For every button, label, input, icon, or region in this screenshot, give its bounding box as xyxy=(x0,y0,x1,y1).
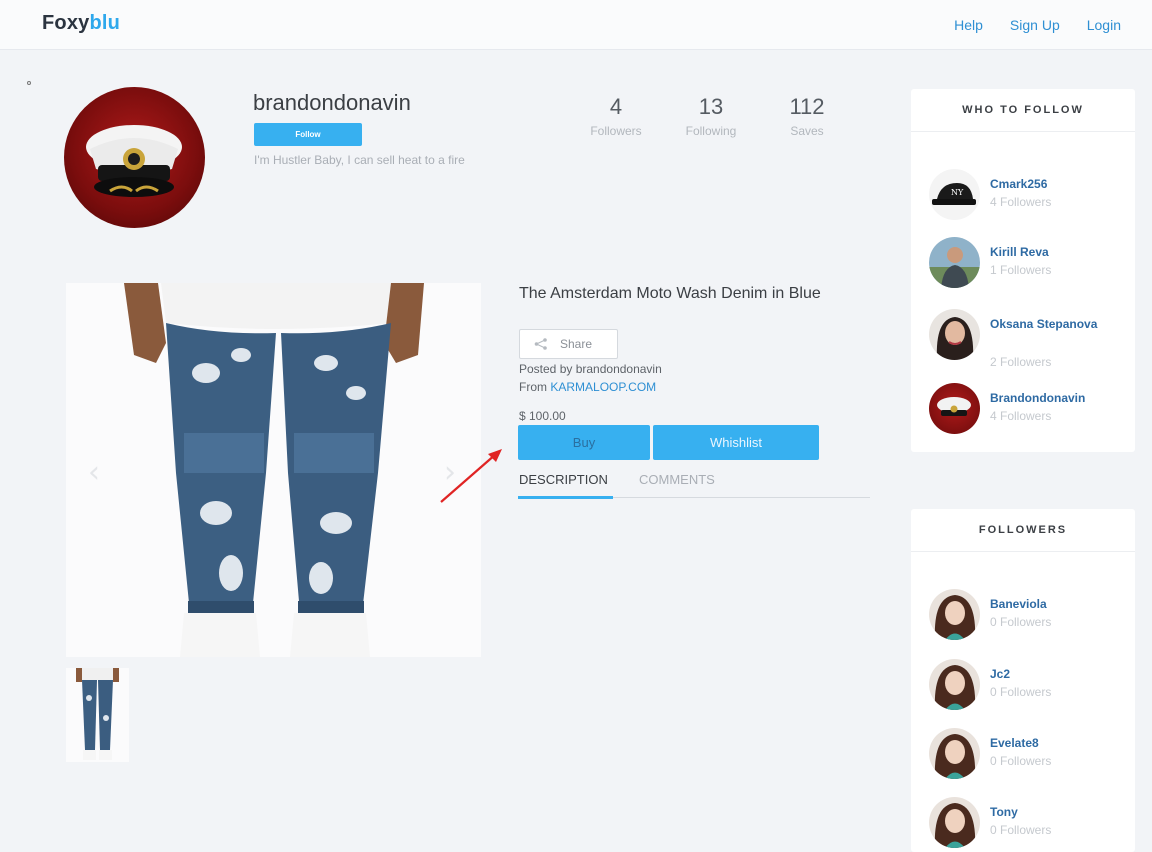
share-label: Share xyxy=(560,337,593,351)
stat-following-label: Following xyxy=(685,124,737,138)
stat-saves-label: Saves xyxy=(790,124,824,138)
source-link[interactable]: KARMALOOP.COM xyxy=(550,380,656,394)
follower-name[interactable]: Evelate8 xyxy=(990,734,1120,752)
suggestion-followers: 2 Followers xyxy=(990,355,1052,369)
avatar xyxy=(929,589,980,640)
follower-count: 0 Followers xyxy=(990,615,1052,629)
profile-username: brandondonavin xyxy=(253,90,411,115)
wishlist-button[interactable]: Whishlist xyxy=(653,425,819,460)
profile-bio: I'm Hustler Baby, I can sell heat to a f… xyxy=(254,153,465,167)
product-main-image xyxy=(66,283,481,657)
share-button[interactable]: Share xyxy=(519,329,618,359)
person-photo xyxy=(934,734,976,779)
source-line: From KARMALOOP.COM xyxy=(519,380,656,394)
captain-hat-image xyxy=(86,125,182,197)
follow-button[interactable]: Follow xyxy=(254,123,362,146)
stat-following-count: 13 xyxy=(698,94,724,119)
suggestion-name[interactable]: Brandondonavin xyxy=(990,389,1120,407)
person-photo xyxy=(936,317,974,360)
suggestion-name[interactable]: Oksana Stepanova xyxy=(990,315,1120,333)
suggestion-name[interactable]: Cmark256 xyxy=(990,175,1120,193)
avatar xyxy=(929,659,980,710)
logo[interactable]: Foxyblu xyxy=(42,12,120,35)
follower-name[interactable]: Tony xyxy=(990,803,1120,821)
product-price: $ 100.00 xyxy=(519,409,566,423)
stat-followers-label: Followers xyxy=(590,124,642,138)
buy-button[interactable]: Buy xyxy=(518,425,650,460)
nav-help-link[interactable]: Help xyxy=(954,17,983,33)
share-icon xyxy=(534,338,547,350)
cap-image: NY xyxy=(932,183,976,205)
stat-following[interactable]: 13 Following xyxy=(678,94,744,138)
avatar xyxy=(929,237,980,288)
avatar xyxy=(929,383,980,434)
source-prefix: From xyxy=(519,380,551,394)
logo-text-blue: blu xyxy=(89,12,121,34)
jeans-image xyxy=(124,283,424,657)
who-to-follow-title: WHO TO FOLLOW xyxy=(911,89,1135,132)
nav-login-link[interactable]: Login xyxy=(1087,17,1121,33)
avatar xyxy=(929,797,980,848)
profile-avatar xyxy=(64,87,205,228)
follower-name[interactable]: Jc2 xyxy=(990,665,1120,683)
avatar: NY xyxy=(929,169,980,220)
tab-comments[interactable]: COMMENTS xyxy=(639,472,715,487)
stat-followers[interactable]: 4 Followers xyxy=(585,94,647,138)
nav-links: Help Sign Up Login xyxy=(954,17,1121,33)
captain-hat-image xyxy=(937,397,971,416)
stat-followers-count: 4 xyxy=(609,94,623,119)
prev-image-arrow-icon[interactable]: ‹ xyxy=(88,455,100,490)
stat-saves[interactable]: 112 Saves xyxy=(785,94,829,138)
suggestion-followers: 1 Followers xyxy=(990,263,1052,277)
who-to-follow-card: WHO TO FOLLOW NY Cmark256 4 Followers Ki… xyxy=(911,89,1135,452)
stat-saves-count: 112 xyxy=(789,94,825,119)
suggestion-followers: 4 Followers xyxy=(990,195,1052,209)
follower-count: 0 Followers xyxy=(990,685,1052,699)
nav-signup-link[interactable]: Sign Up xyxy=(1010,17,1060,33)
top-navbar: Foxyblu Help Sign Up Login xyxy=(0,0,1152,50)
tab-description[interactable]: DESCRIPTION xyxy=(519,472,608,487)
followers-title: FOLLOWERS xyxy=(911,509,1135,552)
jeans-thumbnail-image xyxy=(76,668,119,760)
person-photo xyxy=(934,803,976,848)
followers-card: FOLLOWERS Baneviola 0 Followers Jc2 0 Fo… xyxy=(911,509,1135,852)
person-photo xyxy=(929,247,980,288)
logo-text-dark: Foxy xyxy=(42,12,90,34)
follower-count: 0 Followers xyxy=(990,754,1052,768)
person-photo xyxy=(934,595,976,640)
product-thumbnail[interactable] xyxy=(66,668,129,762)
product-title: The Amsterdam Moto Wash Denim in Blue xyxy=(519,285,821,302)
avatar xyxy=(929,309,980,360)
avatar xyxy=(929,728,980,779)
follower-count: 0 Followers xyxy=(990,823,1052,837)
suggestion-followers: 4 Followers xyxy=(990,409,1052,423)
active-tab-indicator xyxy=(518,496,613,499)
suggestion-name[interactable]: Kirill Reva xyxy=(990,243,1120,261)
bullet-dot xyxy=(27,81,31,85)
posted-by: Posted by brandondonavin xyxy=(519,362,662,376)
follower-name[interactable]: Baneviola xyxy=(990,595,1120,613)
person-photo xyxy=(934,665,976,710)
svg-text:NY: NY xyxy=(951,188,964,197)
annotation-arrow-icon xyxy=(440,449,502,503)
